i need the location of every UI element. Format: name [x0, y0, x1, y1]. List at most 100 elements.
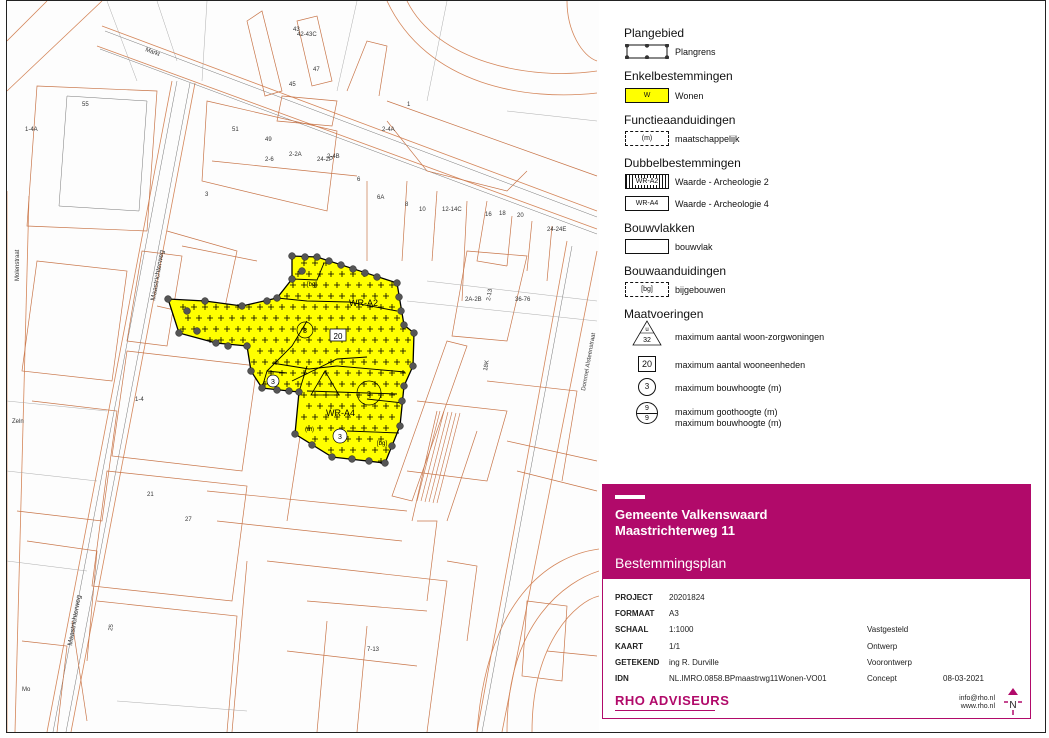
house-number: 47 — [313, 67, 320, 73]
archeologie-4-code: WR-A4 — [635, 200, 659, 207]
house-number: 16 — [485, 212, 492, 218]
bijgebouwen-symbol: [bg] — [625, 282, 669, 297]
goothoogte-symbol: 9 9 — [636, 402, 658, 424]
house-number: 1-4 — [135, 397, 144, 403]
label-height-2: 3 — [303, 328, 307, 335]
legend-archeologie-4: Waarde - Archeologie 4 — [675, 199, 769, 209]
house-number: 10 — [419, 207, 426, 213]
field-value-project: 20201824 — [669, 593, 705, 602]
plangrens-vertex — [393, 279, 401, 287]
legend-plangrens: Plangrens — [675, 47, 716, 57]
status-vastgesteld: Vastgesteld — [867, 625, 909, 634]
legend-archeologie-2: Waarde - Archeologie 2 — [675, 177, 769, 187]
legend-heading-dubbelbestemmingen: Dubbelbestemmingen — [624, 156, 741, 170]
field-key-project: PROJECT — [615, 593, 653, 602]
plangrens-vertex — [381, 459, 389, 467]
house-number: 2-4A — [382, 127, 395, 133]
house-number: 12-14C — [442, 207, 462, 213]
legend-bijgebouwen: bijgebouwen — [675, 285, 726, 295]
house-number: 45 — [289, 82, 296, 88]
label-maatschappelijk: (m) — [305, 427, 314, 433]
plangrens-vertex — [212, 339, 220, 347]
status-voorontwerp: Voorontwerp — [867, 658, 912, 667]
plangrens-vertex — [388, 442, 396, 450]
legend-heading-bouwvlakken: Bouwvlakken — [624, 221, 695, 235]
house-number: 7-13 — [367, 647, 380, 653]
field-key-getekend: GETEKEND — [615, 658, 660, 667]
plangrens-vertex — [298, 267, 306, 275]
woon-zorg-value: 32 — [643, 337, 651, 344]
plangrens-vertex — [398, 397, 406, 405]
plangrens-vertex — [285, 387, 293, 395]
house-number: 1-4A — [25, 127, 38, 133]
plangrens-vertex — [410, 329, 418, 337]
plangrens-vertex — [201, 297, 209, 305]
plan-type: Bestemmingsplan — [615, 555, 727, 571]
plangrens-vertex — [361, 269, 369, 277]
plangrens-vertex — [175, 329, 183, 337]
plangrens-vertex — [400, 382, 408, 390]
house-number: 24-24E — [547, 227, 566, 233]
archeologie-4-symbol: WR-A4 — [625, 196, 669, 211]
goothoogte-value: 9 — [637, 403, 657, 414]
field-key-kaart: KAART — [615, 642, 643, 651]
legend-wonen: Wonen — [675, 91, 704, 101]
plangrens-vertex — [295, 388, 303, 396]
legend-woon-zorgwoningen: maximum aantal woon-zorgwoningen — [675, 332, 825, 342]
contact-website[interactable]: www.rho.nl — [955, 703, 995, 710]
house-number: 49 — [265, 137, 272, 143]
field-value-kaart: 1/1 — [669, 642, 681, 651]
plangrens-vertex — [400, 321, 408, 329]
legend: Plangebied Plangrens Enkelbestemmingen W… — [600, 0, 1046, 482]
house-number: 36-76 — [515, 297, 531, 303]
field-value-getekend: ing R. Durville — [669, 658, 719, 667]
plangrens-vertex — [328, 453, 336, 461]
house-number: Mo — [22, 687, 31, 693]
logo-underline — [615, 710, 715, 711]
plangrens-vertex — [396, 422, 404, 430]
legend-wooneenheden: maximum aantal wooneenheden — [675, 360, 806, 370]
plangrens-vertex — [308, 441, 316, 449]
legend-bouwhoogte: maximum bouwhoogte (m) — [675, 383, 782, 393]
legend-maatschappelijk: maatschappelijk — [675, 134, 740, 144]
house-number: 6A — [377, 195, 384, 201]
house-number: 21 — [147, 492, 154, 498]
legend-heading-plangebied: Plangebied — [624, 26, 685, 40]
plangrens-vertex — [349, 265, 357, 273]
plangrens-vertex — [164, 295, 172, 303]
plangrens-vertex — [288, 275, 296, 283]
maatschappelijk-symbol: (m) — [625, 131, 669, 146]
legend-goothoogte: maximum goothoogte (m) — [675, 407, 778, 417]
bouwhoogte-value: 9 — [645, 415, 649, 422]
bouwvlak-symbol — [625, 239, 669, 254]
plangrens-vertex — [325, 257, 333, 265]
field-key-idn: IDN — [615, 674, 629, 683]
legend-bouwvlak: bouwvlak — [675, 242, 713, 252]
status-concept: Concept — [867, 674, 897, 683]
field-value-formaat: A3 — [669, 609, 679, 618]
plangrens-vertex — [373, 273, 381, 281]
plangrens-vertex — [238, 302, 246, 310]
status-ontwerp: Ontwerp — [867, 642, 898, 651]
label-height-3: 3 — [367, 391, 371, 398]
field-key-formaat: FORMAAT — [615, 609, 655, 618]
project-name: Maastrichterweg 11 — [615, 523, 735, 538]
label-wr-a4: WR-A4 — [326, 408, 355, 418]
plan-map[interactable]: 20 3 3 3 3 WR-A2 WR-A4 (m) [bg] [bg] Mar… — [7, 1, 599, 732]
label-height-4: 3 — [338, 434, 342, 441]
plangrens-vertex — [224, 342, 232, 350]
rho-logo: RHO ADVISEURS — [615, 693, 730, 708]
house-number: 51 — [232, 127, 239, 133]
legend-heading-maatvoeringen: Maatvoeringen — [624, 307, 704, 321]
house-number: 42-43C — [297, 32, 317, 38]
plangrens-vertex — [301, 253, 309, 261]
wonen-symbol: W — [625, 88, 669, 103]
archeologie-2-code: WR-A2 — [634, 178, 660, 185]
house-number: 2A-2B — [465, 297, 482, 303]
label-height-1: 3 — [271, 379, 275, 386]
label-bijgebouwen-2: [bg] — [377, 441, 387, 447]
house-number: 20 — [517, 213, 524, 219]
archeologie-2-symbol: WR-A2 — [625, 174, 669, 189]
contact-email[interactable]: info@rho.nl — [955, 695, 995, 702]
north-arrow-icon: N — [1003, 688, 1023, 716]
